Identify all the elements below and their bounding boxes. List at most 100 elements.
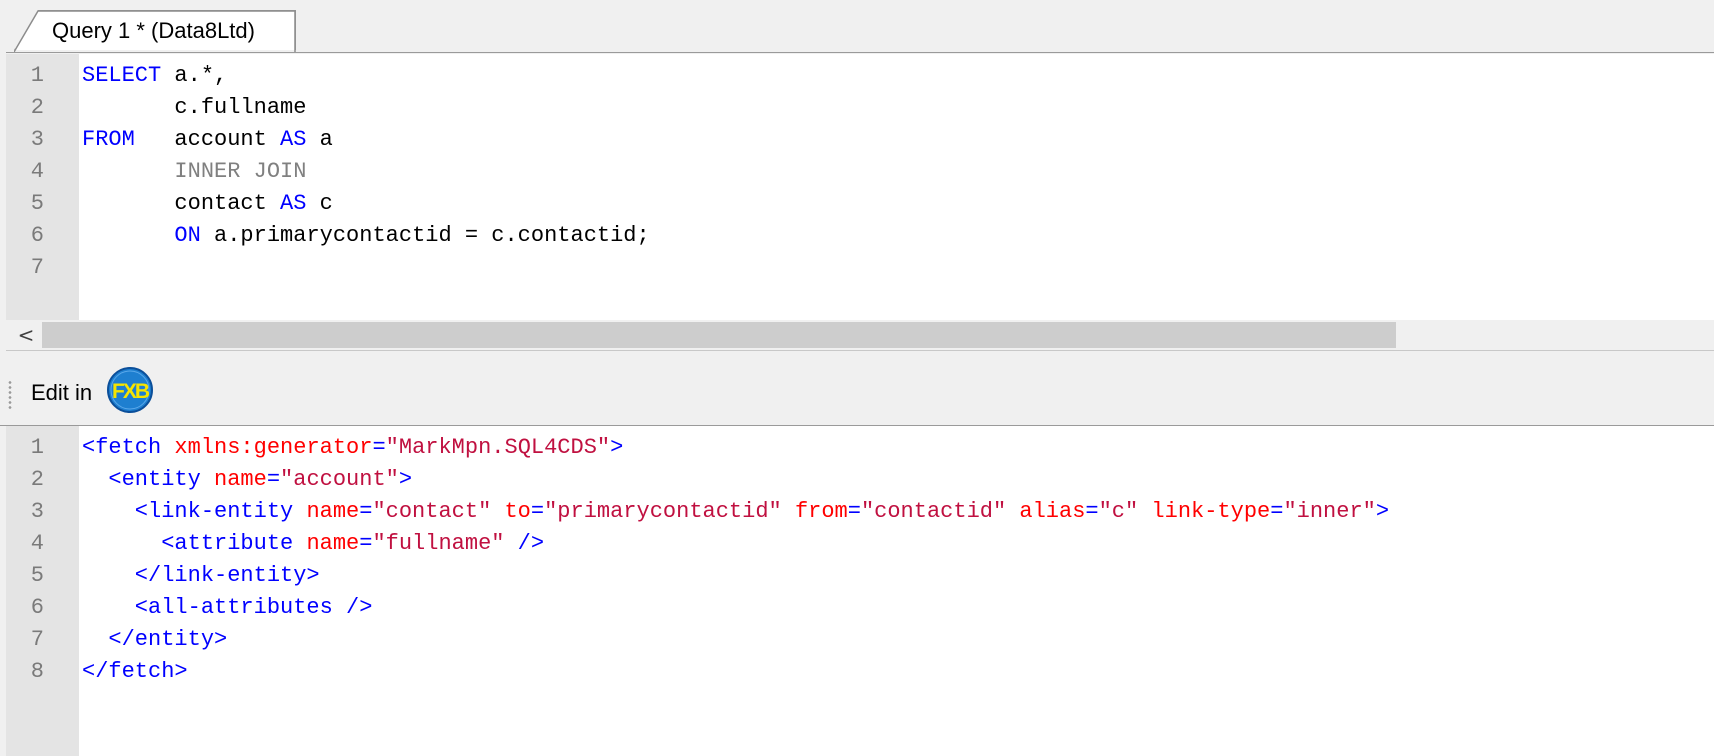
line-number: 7 xyxy=(30,627,44,652)
tab-strip: Query 1 * (Data8Ltd) xyxy=(0,0,1714,53)
line-number: 5 xyxy=(30,191,44,216)
line-code: ON a.primarycontactid = c.contactid; xyxy=(82,220,650,252)
scroll-left-arrow[interactable]: < xyxy=(16,324,36,346)
xml-line[interactable]: 7 </entity> xyxy=(6,624,1714,656)
query-window: Query 1 * (Data8Ltd) 1 SELECT a.*, 2 c.ful… xyxy=(0,0,1714,756)
xml-line[interactable]: 2 <entity name="account"> xyxy=(6,464,1714,496)
xml-line[interactable]: 8 </fetch> xyxy=(6,656,1714,688)
code-token: INNER JOIN xyxy=(82,159,307,184)
code-token: > xyxy=(398,467,413,492)
line-number: 2 xyxy=(30,467,44,492)
code-token: </entity> xyxy=(82,627,228,652)
code-token: ON xyxy=(174,223,201,248)
line-number: 7 xyxy=(30,255,44,280)
code-token: name xyxy=(214,467,267,492)
code-token: <all-attributes /> xyxy=(82,595,373,620)
line-code: INNER JOIN xyxy=(82,156,306,188)
code-token: name xyxy=(306,499,360,524)
code-token: = xyxy=(359,499,373,524)
code-token: <fetch xyxy=(82,435,175,460)
code-token: </fetch> xyxy=(82,659,188,684)
code-token: alias xyxy=(1019,499,1086,524)
code-token: account xyxy=(134,127,281,152)
line-number: 3 xyxy=(30,499,44,524)
code-token: name xyxy=(306,531,360,556)
sql-code-area[interactable]: 1 SELECT a.*, 2 c.fullname 3 FROM account AS… xyxy=(6,60,1714,284)
line-code: </entity> xyxy=(82,624,227,656)
line-number: 2 xyxy=(30,95,44,120)
toolbar-grip-icon[interactable] xyxy=(8,380,12,410)
code-token: = xyxy=(530,499,545,524)
code-token: xmlns:generator xyxy=(174,435,373,460)
code-token: > xyxy=(610,435,624,460)
line-number: 4 xyxy=(30,531,44,556)
line-number: 5 xyxy=(30,563,44,588)
line-number: 1 xyxy=(30,435,44,460)
code-token: link-type xyxy=(1151,499,1271,524)
code-token: = xyxy=(1085,499,1099,524)
code-token: = xyxy=(1270,499,1284,524)
line-number: 6 xyxy=(30,595,44,620)
xml-code-area[interactable]: 1 <fetch xmlns:generator="MarkMpn.SQL4CDS… xyxy=(6,432,1714,688)
sql-line[interactable]: 2 c.fullname xyxy=(6,92,1714,124)
code-token: "inner" xyxy=(1283,499,1376,524)
sql-line[interactable]: 6 ON a.primarycontactid = c.contactid; xyxy=(6,220,1714,252)
code-token: c.fullname xyxy=(82,95,307,120)
code-token: "contactid" xyxy=(860,499,1007,524)
line-number: 6 xyxy=(30,223,44,248)
line-code: </link-entity> xyxy=(82,560,320,592)
tab-title[interactable]: Query 1 * (Data8Ltd) xyxy=(52,18,255,44)
line-number: 8 xyxy=(30,659,44,684)
line-code: <fetch xmlns:generator="MarkMpn.SQL4CDS"… xyxy=(82,432,623,464)
sql-line[interactable]: 5 contact AS c xyxy=(6,188,1714,220)
fxb-icon-text: FXB xyxy=(112,380,150,403)
code-token: to xyxy=(504,499,531,524)
xml-line[interactable]: 6 <all-attributes /> xyxy=(6,592,1714,624)
line-code: FROM account AS a xyxy=(82,124,333,156)
line-code: <entity name="account"> xyxy=(82,464,412,496)
sql-editor[interactable]: 1 SELECT a.*, 2 c.fullname 3 FROM account AS… xyxy=(6,54,1714,320)
code-token: SELECT xyxy=(82,63,162,88)
code-token: contact xyxy=(82,191,281,216)
code-token: </link-entity> xyxy=(82,563,320,588)
code-token: = xyxy=(847,499,861,524)
code-token: AS xyxy=(280,127,307,152)
scrollbar-thumb[interactable] xyxy=(42,322,1396,348)
code-token: "contact" xyxy=(372,499,492,524)
code-token: <entity xyxy=(82,467,215,492)
line-code: contact AS c xyxy=(82,188,332,220)
code-token: "MarkMpn.SQL4CDS" xyxy=(385,435,611,460)
horizontal-scrollbar[interactable]: < xyxy=(6,320,1714,351)
fetchxml-builder-icon[interactable]: FXB xyxy=(106,366,154,414)
sql-line[interactable]: 4 INNER JOIN xyxy=(6,156,1714,188)
code-token: AS xyxy=(280,191,307,216)
code-token: > xyxy=(1375,499,1390,524)
sql-line[interactable]: 1 SELECT a.*, xyxy=(6,60,1714,92)
line-code: c.fullname xyxy=(82,92,306,124)
sql-line[interactable]: 7 xyxy=(6,252,1714,284)
fetchxml-editor[interactable]: 1 <fetch xmlns:generator="MarkMpn.SQL4CDS… xyxy=(6,426,1714,756)
xml-line[interactable]: 3 <link-entity name="contact" to="primar… xyxy=(6,496,1714,528)
line-code: <attribute name="fullname" /> xyxy=(82,528,544,560)
line-code: SELECT a.*, xyxy=(82,60,227,92)
code-token: "account" xyxy=(280,467,399,492)
sql-line[interactable]: 3 FROM account AS a xyxy=(6,124,1714,156)
line-code: <all-attributes /> xyxy=(82,592,373,624)
xml-line[interactable]: 1 <fetch xmlns:generator="MarkMpn.SQL4CDS… xyxy=(6,432,1714,464)
line-number: 1 xyxy=(30,63,44,88)
code-token: "primarycontactid" xyxy=(544,499,782,524)
xml-line[interactable]: 4 <attribute name="fullname" /> xyxy=(6,528,1714,560)
line-number: 4 xyxy=(30,159,44,184)
code-token: a.*, xyxy=(161,63,228,88)
code-token: FROM xyxy=(82,127,135,152)
code-token: a.primarycontactid = c.contactid; xyxy=(200,223,650,248)
code-token: = xyxy=(372,435,386,460)
code-token: <attribute xyxy=(82,531,307,556)
xml-line[interactable]: 5 </link-entity> xyxy=(6,560,1714,592)
code-token: "c" xyxy=(1098,499,1139,524)
toolbar: Edit in xyxy=(0,360,1714,426)
